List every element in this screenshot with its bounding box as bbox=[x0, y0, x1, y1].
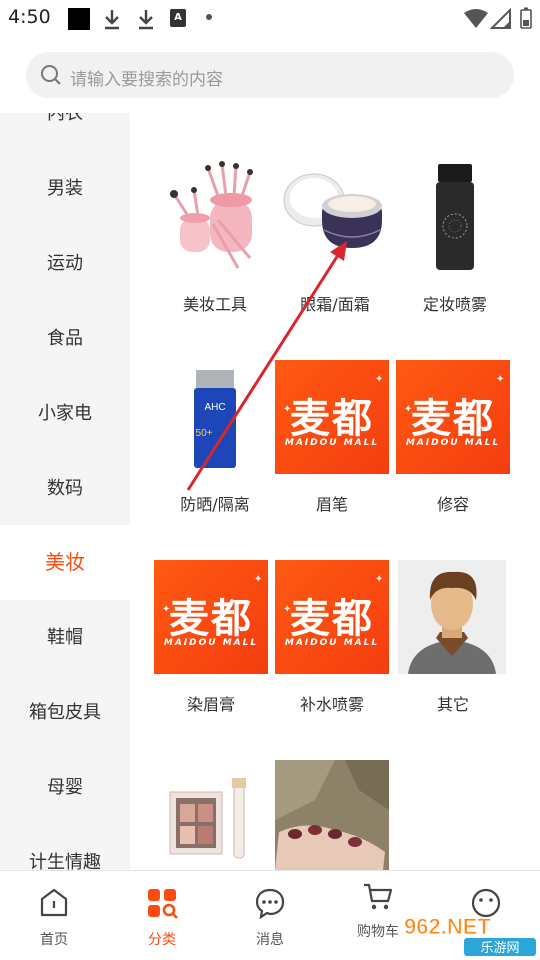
home-icon bbox=[40, 888, 68, 917]
makeup-brushes-image bbox=[170, 161, 253, 269]
tab-home[interactable]: 首页 bbox=[4, 871, 104, 960]
logo-title: 麦都 bbox=[290, 596, 374, 642]
watermark-brand: 962.NET bbox=[404, 914, 491, 939]
app-notification-icon bbox=[68, 8, 90, 30]
maidou-mall-logo-image: 麦都 MAIDOU MALL ✦ ✦ bbox=[396, 360, 510, 474]
subcategory-grid: 美妆工具 眼霜/面霜 定妆喷雾 AHC 50+ 防晒/隔离 麦都 MAIDOU … bbox=[130, 113, 540, 870]
tab-messages[interactable]: 消息 bbox=[220, 871, 320, 960]
category-sidebar: 内衣 男装 运动 食品 小家电 数码 美妆 鞋帽 箱包皮具 母婴 计生情趣 bbox=[0, 113, 130, 870]
tab-label: 分类 bbox=[148, 932, 176, 948]
category-label: 防晒/隔离 bbox=[180, 495, 250, 514]
svg-text:50+: 50+ bbox=[196, 428, 213, 439]
svg-text:AHC: AHC bbox=[204, 402, 225, 413]
sparkle-icon: ✦ bbox=[375, 574, 384, 585]
category-label: 定妆喷雾 bbox=[422, 295, 487, 314]
watermark-logo: 962.NET 乐游网 bbox=[404, 914, 536, 956]
category-label: 染眉膏 bbox=[186, 695, 235, 714]
sidebar-item-baby[interactable]: 母婴 bbox=[0, 750, 130, 825]
search-placeholder: 请输入要搜索的内容 bbox=[70, 70, 223, 90]
sparkle-icon: ✦ bbox=[496, 374, 505, 385]
cream-jar-image bbox=[283, 173, 382, 248]
category-label: 补水喷雾 bbox=[299, 695, 364, 714]
logo-title: 麦都 bbox=[411, 396, 495, 442]
status-bar: 4:50 A bbox=[0, 0, 540, 38]
sparkle-icon: ✦ bbox=[283, 604, 292, 615]
signal-icon bbox=[490, 8, 511, 29]
sidebar-item-bags[interactable]: 箱包皮具 bbox=[0, 675, 130, 750]
maidou-mall-logo-image: 麦都 MAIDOU MALL ✦ ✦ bbox=[275, 360, 389, 474]
wifi-icon bbox=[464, 9, 488, 28]
tab-label: 首页 bbox=[40, 932, 68, 948]
maidou-mall-logo-image: 麦都 MAIDOU MALL ✦ ✦ bbox=[275, 560, 389, 674]
maidou-mall-logo-image: 麦都 MAIDOU MALL ✦ ✦ bbox=[154, 560, 268, 674]
sidebar-item-shoes-hats[interactable]: 鞋帽 bbox=[0, 600, 130, 675]
battery-icon bbox=[520, 7, 532, 29]
black-spray-bottle-image bbox=[436, 164, 474, 270]
sparkle-icon: ✦ bbox=[254, 574, 263, 585]
logo-subtitle: MAIDOU MALL bbox=[284, 438, 380, 448]
sidebar-item-small-appliances[interactable]: 小家电 bbox=[0, 376, 130, 451]
sidebar-item-menswear[interactable]: 男装 bbox=[0, 151, 130, 226]
sidebar-item-underwear[interactable]: 内衣 bbox=[0, 113, 130, 151]
sidebar-item-digital[interactable]: 数码 bbox=[0, 451, 130, 526]
eyeshadow-palette-image bbox=[169, 778, 246, 859]
download-icon bbox=[139, 10, 153, 30]
sparkle-icon: ✦ bbox=[162, 604, 171, 615]
category-label: 美妆工具 bbox=[182, 295, 247, 314]
sparkle-icon: ✦ bbox=[375, 374, 384, 385]
sidebar-item-food[interactable]: 食品 bbox=[0, 301, 130, 376]
tab-category[interactable]: 分类 bbox=[112, 871, 212, 960]
sunscreen-bottle-image: AHC 50+ bbox=[194, 370, 236, 468]
man-avatar-image bbox=[398, 560, 506, 674]
logo-subtitle: MAIDOU MALL bbox=[405, 438, 501, 448]
tab-label: 消息 bbox=[256, 932, 284, 948]
category-label: 其它 bbox=[436, 695, 469, 714]
download-icon bbox=[105, 10, 119, 30]
category-label: 眼霜/面霜 bbox=[300, 295, 370, 314]
logo-subtitle: MAIDOU MALL bbox=[163, 638, 259, 648]
category-label: 眉笔 bbox=[315, 495, 348, 514]
watermark-text: 乐游网 bbox=[480, 941, 519, 956]
search-icon bbox=[41, 65, 61, 85]
more-notifications-dot-icon bbox=[206, 14, 212, 20]
logo-subtitle: MAIDOU MALL bbox=[284, 638, 380, 648]
sparkle-icon: ✦ bbox=[283, 404, 292, 415]
status-time: 4:50 bbox=[8, 6, 51, 28]
logo-title: 麦都 bbox=[290, 396, 374, 442]
search-bar[interactable]: 请输入要搜索的内容 bbox=[26, 52, 514, 98]
sparkle-icon: ✦ bbox=[404, 404, 413, 415]
sidebar-item-adult[interactable]: 计生情趣 bbox=[0, 825, 130, 870]
sidebar-item-beauty[interactable]: 美妆 bbox=[0, 525, 130, 600]
category-label: 修容 bbox=[436, 495, 469, 514]
message-icon bbox=[255, 888, 285, 919]
app-a-icon: A bbox=[170, 9, 186, 27]
cart-icon bbox=[364, 883, 393, 910]
logo-title: 麦都 bbox=[169, 596, 253, 642]
category-icon bbox=[148, 889, 178, 919]
sidebar-item-sports[interactable]: 运动 bbox=[0, 226, 130, 301]
nail-art-hand-image bbox=[275, 760, 389, 870]
